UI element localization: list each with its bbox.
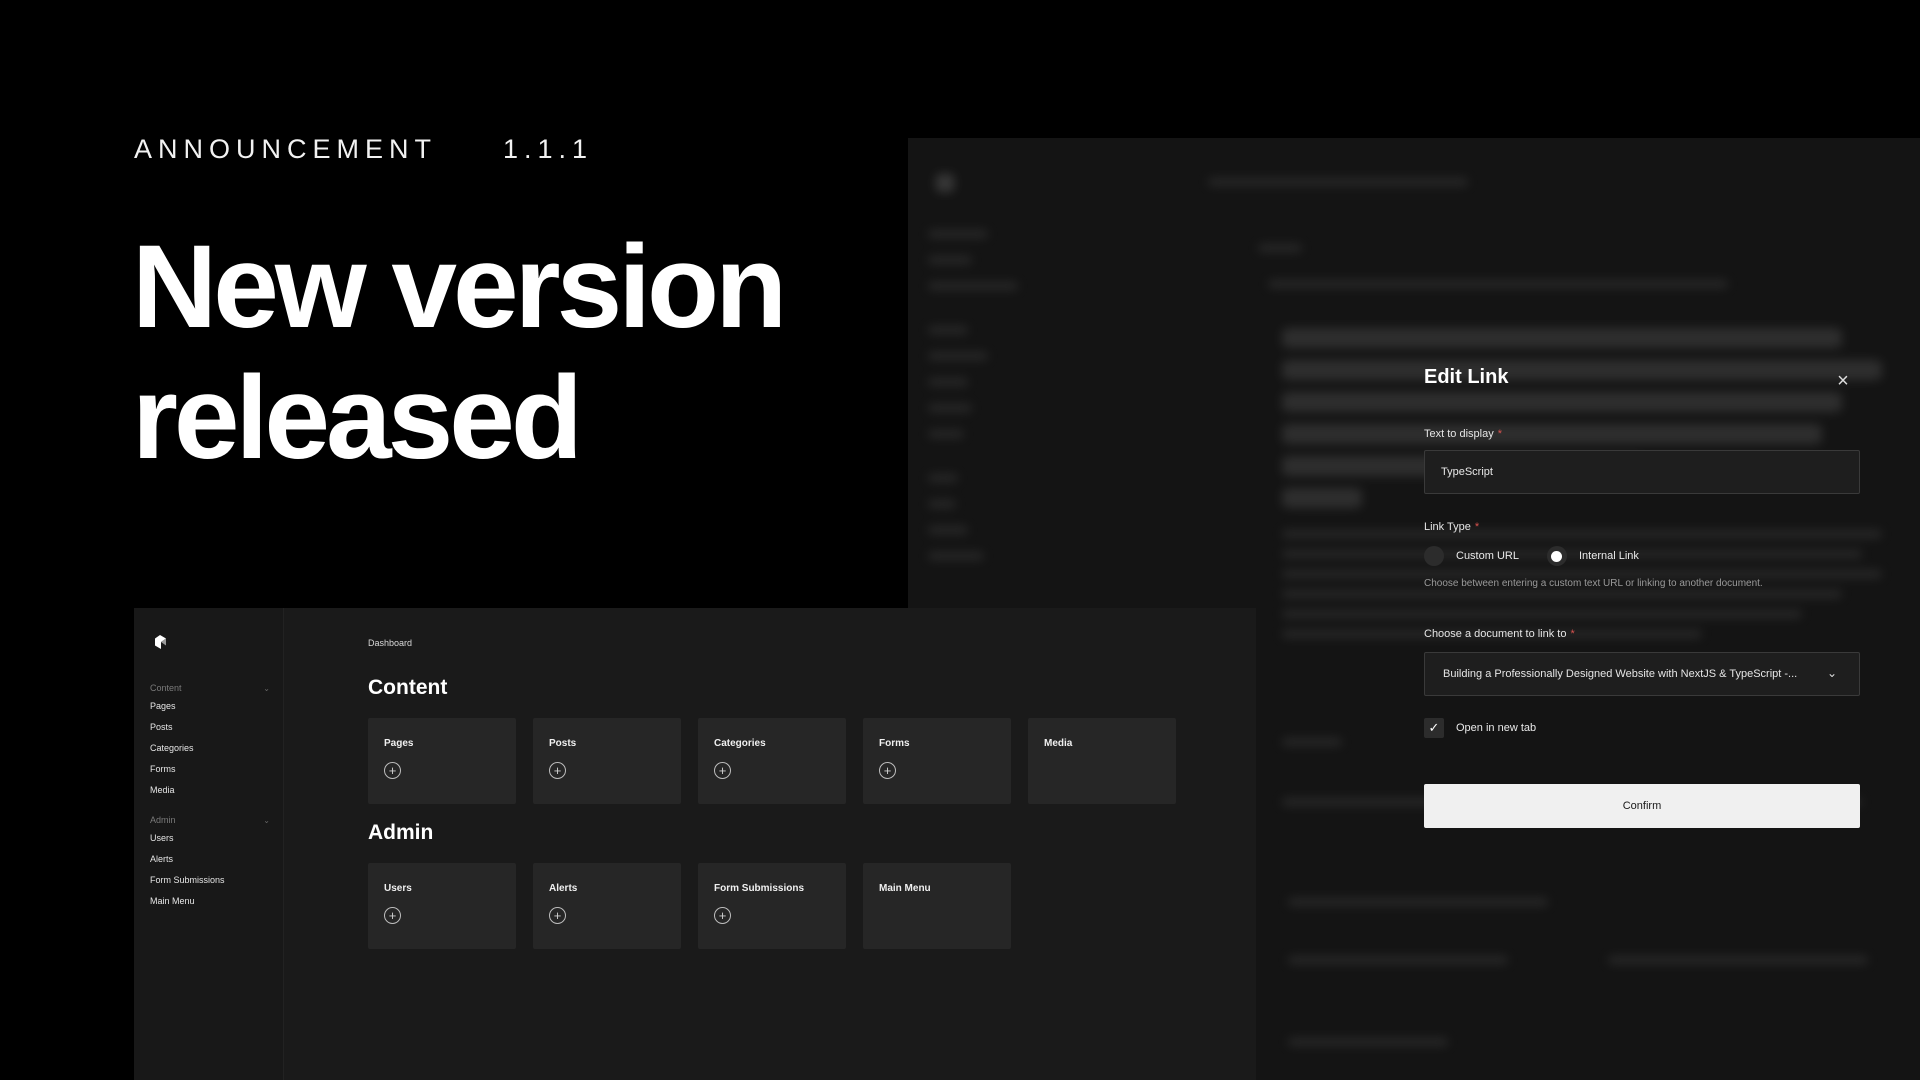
add-circle-icon[interactable]: + <box>549 907 566 924</box>
link-type-label: Link Type * <box>1424 521 1479 533</box>
card-label: Alerts <box>549 883 578 894</box>
open-new-tab-checkbox[interactable]: ✓ <box>1424 718 1444 738</box>
card-users[interactable]: Users + <box>368 863 516 949</box>
dashboard-sidebar: Content ⌄ Pages Posts Categories Forms M… <box>134 608 284 1080</box>
section-title-admin: Admin <box>368 821 434 844</box>
sidebar-group-label: Admin <box>150 815 176 825</box>
field-label-text: Text to display <box>1424 428 1494 440</box>
section-title-content: Content <box>368 676 448 699</box>
text-to-display-label: Text to display * <box>1424 428 1502 440</box>
background-logo-icon <box>936 174 954 192</box>
radio-label-internal-link: Internal Link <box>1578 550 1639 562</box>
confirm-button[interactable]: Confirm <box>1424 784 1860 828</box>
radio-label-custom-url: Custom URL <box>1456 550 1519 562</box>
sidebar-group-header[interactable]: Admin ⌄ <box>150 812 270 828</box>
required-mark: * <box>1497 428 1502 440</box>
sidebar-group-header[interactable]: Content ⌄ <box>150 680 270 696</box>
payload-logo-icon[interactable] <box>152 634 168 650</box>
add-circle-icon[interactable]: + <box>384 907 401 924</box>
card-label: Forms <box>879 738 910 749</box>
radio-custom-url[interactable] <box>1424 546 1444 566</box>
breadcrumb[interactable]: Dashboard <box>368 638 412 648</box>
card-label: Media <box>1044 738 1073 749</box>
card-categories[interactable]: Categories + <box>698 718 846 804</box>
card-label: Users <box>384 883 412 894</box>
required-mark: * <box>1474 521 1480 533</box>
admin-card-row: Users + Alerts + Form Submissions + Main… <box>368 863 1011 949</box>
version-label: 1.1.1 <box>503 134 594 164</box>
dashboard-panel: Content ⌄ Pages Posts Categories Forms M… <box>134 608 1256 1080</box>
document-select-value: Building a Professionally Designed Websi… <box>1443 668 1798 680</box>
sidebar-item-pages[interactable]: Pages <box>150 696 270 717</box>
sidebar-item-main-menu[interactable]: Main Menu <box>150 891 270 912</box>
add-circle-icon[interactable]: + <box>879 762 896 779</box>
text-to-display-input[interactable] <box>1424 450 1860 494</box>
radio-internal-link[interactable] <box>1546 546 1567 566</box>
add-circle-icon[interactable]: + <box>714 762 731 779</box>
document-select[interactable]: Building a Professionally Designed Websi… <box>1424 652 1860 696</box>
choose-document-label: Choose a document to link to * <box>1424 628 1575 640</box>
card-label: Pages <box>384 738 414 749</box>
link-type-help-text: Choose between entering a custom text UR… <box>1424 578 1763 589</box>
field-label-text: Choose a document to link to <box>1424 628 1567 640</box>
card-posts[interactable]: Posts + <box>533 718 681 804</box>
sidebar-item-alerts[interactable]: Alerts <box>150 849 270 870</box>
hero-title: New version released <box>132 221 787 484</box>
card-label: Categories <box>714 738 766 749</box>
add-circle-icon[interactable]: + <box>384 762 401 779</box>
check-icon: ✓ <box>1428 720 1440 735</box>
hero-eyebrow: ANNOUNCEMENT 1.1.1 <box>134 134 593 165</box>
chevron-down-icon: ⌄ <box>263 683 270 693</box>
required-mark: * <box>1570 628 1575 640</box>
dashboard-main: Dashboard Content Pages + Posts + Catego… <box>284 608 1256 1080</box>
card-label: Form Submissions <box>714 883 805 894</box>
sidebar-item-categories[interactable]: Categories <box>150 738 270 759</box>
sidebar-item-media[interactable]: Media <box>150 780 270 801</box>
open-new-tab-label: Open in new tab <box>1456 722 1537 734</box>
sidebar-group-label: Content <box>150 683 182 693</box>
sidebar-item-form-submissions[interactable]: Form Submissions <box>150 870 270 891</box>
link-type-radio-group: Custom URL Internal Link <box>1424 546 1639 566</box>
sidebar-item-posts[interactable]: Posts <box>150 717 270 738</box>
card-label: Main Menu <box>879 883 931 894</box>
add-circle-icon[interactable]: + <box>549 762 566 779</box>
close-icon[interactable]: × <box>1836 371 1850 391</box>
modal-title: Edit Link <box>1424 366 1509 388</box>
sidebar-group-content: Content ⌄ Pages Posts Categories Forms M… <box>150 680 270 801</box>
card-alerts[interactable]: Alerts + <box>533 863 681 949</box>
chevron-down-icon: ⌄ <box>263 815 270 825</box>
content-card-row: Pages + Posts + Categories + Forms + Med… <box>368 718 1176 804</box>
field-label-text: Link Type <box>1424 521 1471 533</box>
sidebar-item-forms[interactable]: Forms <box>150 759 270 780</box>
card-forms[interactable]: Forms + <box>863 718 1011 804</box>
card-pages[interactable]: Pages + <box>368 718 516 804</box>
add-circle-icon[interactable]: + <box>714 907 731 924</box>
open-new-tab-row: ✓ Open in new tab <box>1424 718 1536 738</box>
card-main-menu[interactable]: Main Menu <box>863 863 1011 949</box>
card-label: Posts <box>549 738 577 749</box>
card-form-submissions[interactable]: Form Submissions + <box>698 863 846 949</box>
card-media[interactable]: Media <box>1028 718 1176 804</box>
sidebar-item-users[interactable]: Users <box>150 828 270 849</box>
announcement-label: ANNOUNCEMENT <box>134 134 438 164</box>
sidebar-group-admin: Admin ⌄ Users Alerts Form Submissions Ma… <box>150 812 270 912</box>
chevron-down-icon: ⌄ <box>1826 666 1837 680</box>
